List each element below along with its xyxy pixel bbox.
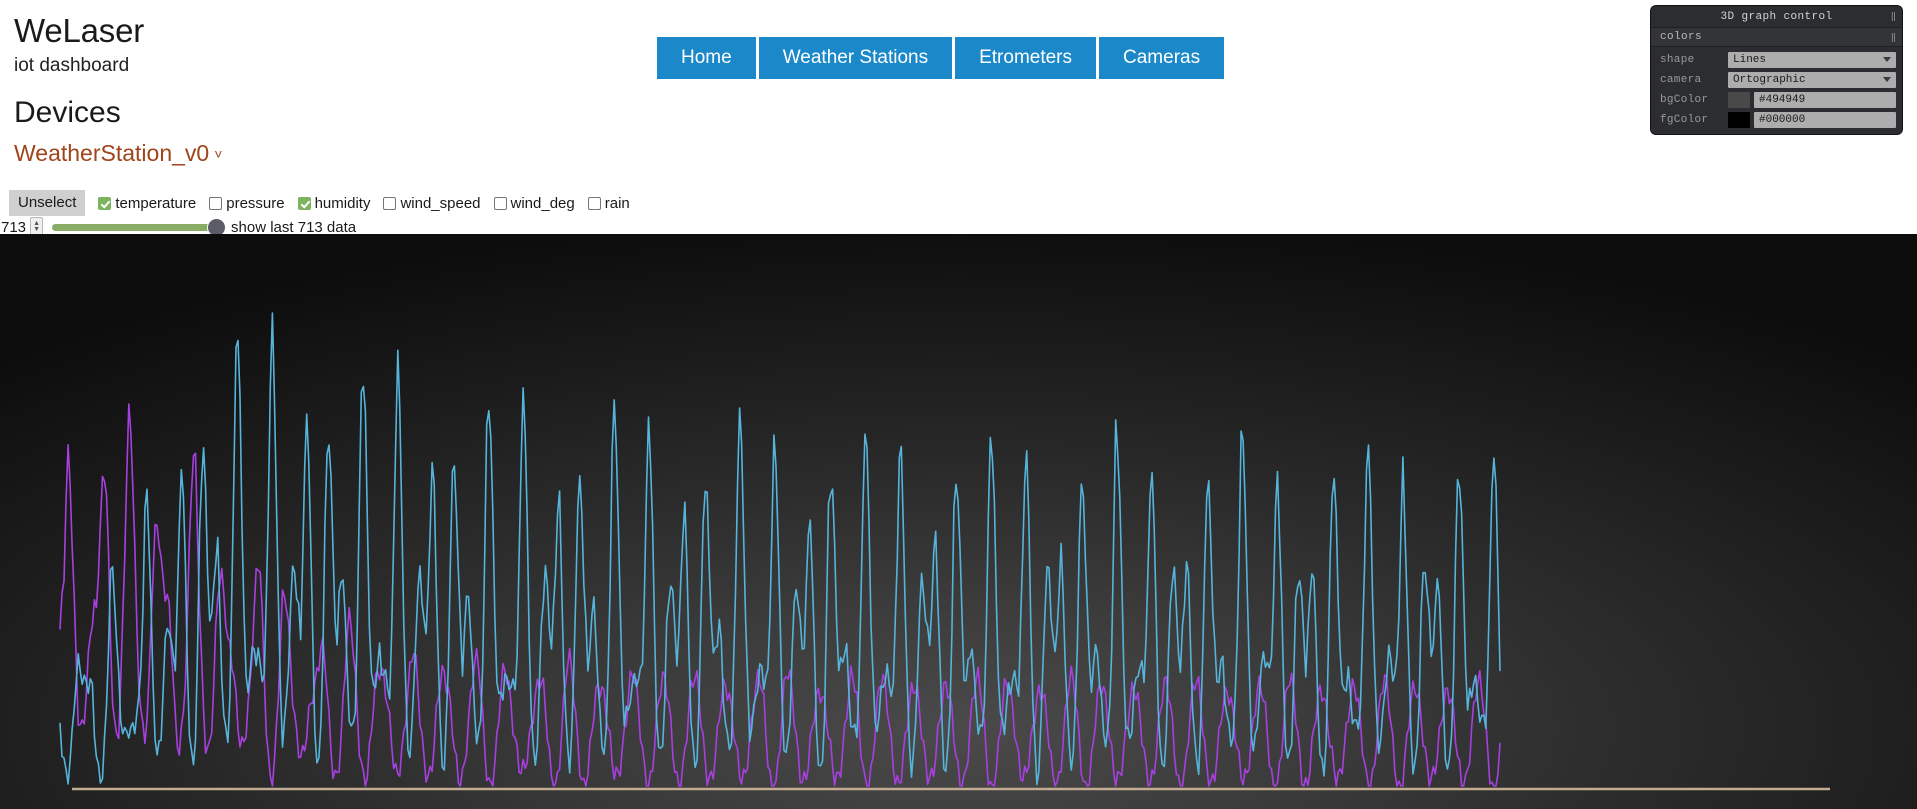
control-label-camera: camera (1660, 73, 1702, 86)
checkbox-temperature[interactable]: temperature (98, 195, 196, 212)
nav-button-home[interactable]: Home (657, 37, 756, 79)
checkbox-wind-speed[interactable]: wind_speed (383, 194, 481, 212)
shape-select-value: Lines (1733, 53, 1767, 66)
control-row-shape: shape Lines (1651, 50, 1896, 69)
main-nav: Home Weather Stations Etrometers Cameras (657, 37, 1225, 79)
nav-button-weather-stations[interactable]: Weather Stations (758, 37, 953, 79)
field-filter-row: Unselect temperature pressure humidity w… (9, 190, 630, 217)
checkbox-humidity[interactable]: humidity (297, 194, 371, 212)
shape-select[interactable]: Lines (1728, 51, 1896, 68)
device-dropdown-value: WeatherStation_v0 (14, 140, 210, 166)
folder-label: colors (1660, 31, 1703, 43)
control-row-bgcolor: bgColor #494949 (1651, 90, 1896, 109)
checkbox-icon-checked[interactable] (98, 196, 112, 210)
graph-control-title: 3D graph control (1720, 10, 1833, 23)
app-title: WeLaser (14, 12, 145, 49)
checkbox-icon-unchecked[interactable] (587, 196, 601, 210)
app-subtitle: iot dashboard (14, 54, 130, 76)
graph-control-panel[interactable]: 3D graph control ‖ colors ‖ shape Lines … (1651, 6, 1902, 134)
unselect-button[interactable]: Unselect (9, 190, 86, 217)
control-row-camera: camera Ortographic (1651, 70, 1896, 89)
camera-select[interactable]: Ortographic (1728, 71, 1896, 88)
chart-series-group (59, 312, 1501, 787)
data-count-input[interactable]: 713 (0, 219, 26, 236)
control-label-bgcolor: bgColor (1660, 93, 1709, 106)
checkbox-label: rain (604, 194, 630, 212)
checkbox-rain[interactable]: rain (587, 194, 630, 212)
chevron-down-icon[interactable] (1883, 56, 1891, 62)
graph-control-title-bar[interactable]: 3D graph control ‖ (1651, 6, 1902, 27)
nav-button-cameras[interactable]: Cameras (1099, 37, 1225, 79)
chevron-down-icon[interactable] (1883, 76, 1891, 82)
checkbox-label: wind_deg (510, 194, 575, 212)
checkbox-icon-unchecked[interactable] (383, 196, 397, 210)
brand-block: WeLaser iot dashboard (14, 12, 145, 77)
timeseries-chart[interactable] (0, 234, 1917, 809)
graph-control-folder-colors[interactable]: colors ‖ (1651, 27, 1902, 47)
bgcolor-input[interactable]: #494949 (1754, 91, 1896, 108)
slider-caption: show last 713 data (231, 218, 357, 236)
chevron-down-icon: ˅ (214, 146, 223, 162)
checkbox-label: temperature (115, 194, 197, 212)
control-label-fgcolor: fgColor (1660, 113, 1709, 126)
stepper-down-icon[interactable]: ▼ (33, 226, 40, 233)
bgcolor-swatch[interactable] (1728, 91, 1750, 108)
device-dropdown[interactable]: WeatherStation_v0 ˅ (14, 140, 222, 167)
checkbox-label: humidity (314, 194, 371, 212)
chart-canvas[interactable] (0, 234, 1917, 809)
collapse-icon[interactable]: ‖ (1891, 12, 1897, 22)
devices-heading: Devices (14, 96, 121, 129)
checkbox-icon-unchecked[interactable] (209, 196, 223, 210)
checkbox-wind-deg[interactable]: wind_deg (493, 194, 575, 212)
checkbox-icon-unchecked[interactable] (493, 196, 507, 210)
dashboard-page: WeLaser iot dashboard Home Weather Stati… (0, 0, 1917, 809)
folder-collapse-icon[interactable]: ‖ (1891, 33, 1897, 43)
fgcolor-input[interactable]: #000000 (1754, 111, 1896, 128)
series-line-humidity (59, 312, 1501, 786)
checkbox-label: pressure (226, 194, 285, 212)
nav-button-etrometers[interactable]: Etrometers (955, 37, 1097, 79)
fgcolor-swatch[interactable] (1728, 111, 1750, 128)
checkbox-label: wind_speed (400, 194, 481, 212)
checkbox-pressure[interactable]: pressure (209, 194, 285, 212)
slider-track[interactable] (52, 224, 218, 231)
graph-control-rows: shape Lines camera Ortographic bgColor #… (1651, 47, 1902, 134)
control-row-fgcolor: fgColor #000000 (1651, 110, 1896, 129)
camera-select-value: Ortographic (1733, 73, 1806, 86)
control-label-shape: shape (1660, 53, 1695, 66)
checkbox-icon-checked[interactable] (297, 196, 311, 210)
